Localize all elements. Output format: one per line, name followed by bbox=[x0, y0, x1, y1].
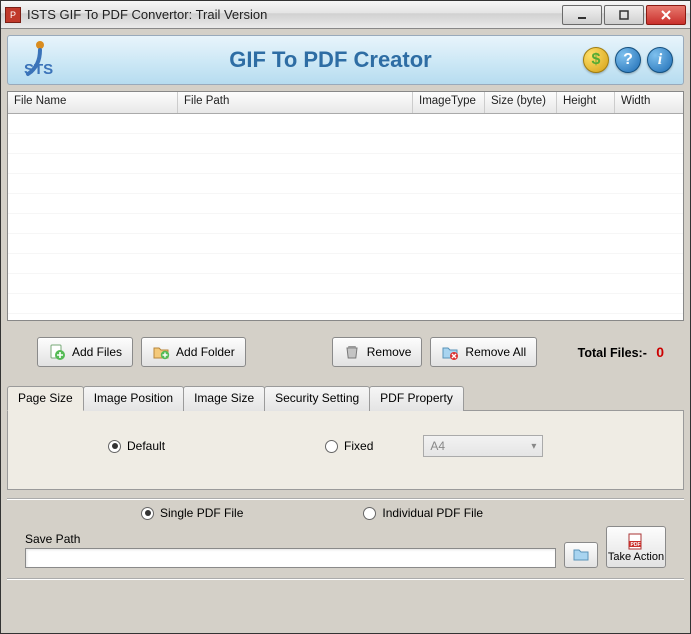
remove-label: Remove bbox=[367, 345, 412, 359]
svg-text:STS: STS bbox=[24, 61, 53, 78]
banner-title: GIF To PDF Creator bbox=[78, 47, 583, 73]
radio-fixed[interactable]: Fixed bbox=[325, 439, 373, 453]
remove-all-label: Remove All bbox=[465, 345, 526, 359]
paper-size-select[interactable]: A4 ▾ bbox=[423, 435, 543, 457]
radio-individual-pdf[interactable]: Individual PDF File bbox=[363, 506, 483, 520]
maximize-button[interactable] bbox=[604, 5, 644, 25]
help-icon[interactable]: ? bbox=[615, 47, 641, 73]
individual-pdf-label: Individual PDF File bbox=[382, 506, 483, 520]
footer-divider bbox=[7, 578, 684, 582]
close-button[interactable] bbox=[646, 5, 686, 25]
window-title: ISTS GIF To PDF Convertor: Trail Version bbox=[27, 7, 267, 22]
info-icon[interactable]: i bbox=[647, 47, 673, 73]
total-files: Total Files:- 0 bbox=[578, 344, 664, 360]
chevron-down-icon: ▾ bbox=[531, 441, 536, 452]
folder-open-icon bbox=[572, 546, 590, 565]
header-banner: STS GIF To PDF Creator $ ? i bbox=[7, 35, 684, 85]
col-file-name[interactable]: File Name bbox=[8, 92, 178, 113]
add-folder-icon bbox=[152, 343, 170, 361]
radio-default-label: Default bbox=[127, 439, 165, 453]
total-files-label: Total Files:- bbox=[578, 346, 647, 360]
tabpanel-page-size: Default Fixed A4 ▾ bbox=[7, 410, 684, 490]
logo: STS bbox=[18, 40, 78, 80]
col-image-type[interactable]: ImageType bbox=[413, 92, 485, 113]
remove-all-button[interactable]: Remove All bbox=[430, 337, 537, 367]
add-folder-button[interactable]: Add Folder bbox=[141, 337, 246, 367]
tab-security-setting[interactable]: Security Setting bbox=[264, 386, 370, 411]
tab-pdf-property[interactable]: PDF Property bbox=[369, 386, 464, 411]
col-height[interactable]: Height bbox=[557, 92, 615, 113]
radio-dot-icon bbox=[325, 440, 338, 453]
remove-all-icon bbox=[441, 343, 459, 361]
add-files-button[interactable]: Add Files bbox=[37, 337, 133, 367]
settings-tabs: Page Size Image Position Image Size Secu… bbox=[7, 385, 684, 490]
browse-button[interactable] bbox=[564, 542, 598, 568]
radio-fixed-label: Fixed bbox=[344, 439, 373, 453]
paper-size-value: A4 bbox=[430, 439, 445, 453]
grid-body[interactable] bbox=[8, 114, 683, 320]
save-path-input[interactable] bbox=[25, 548, 556, 568]
col-size[interactable]: Size (byte) bbox=[485, 92, 557, 113]
svg-text:PDF: PDF bbox=[631, 542, 641, 548]
total-files-count: 0 bbox=[650, 344, 664, 360]
titlebar: P ISTS GIF To PDF Convertor: Trail Versi… bbox=[1, 1, 690, 29]
radio-dot-icon bbox=[363, 507, 376, 520]
take-action-label: Take Action bbox=[608, 552, 664, 563]
add-file-icon bbox=[48, 343, 66, 361]
grid-header: File Name File Path ImageType Size (byte… bbox=[8, 92, 683, 114]
trash-icon bbox=[343, 343, 361, 361]
tab-image-position[interactable]: Image Position bbox=[83, 386, 184, 411]
buy-icon[interactable]: $ bbox=[583, 47, 609, 73]
save-path-label: Save Path bbox=[25, 532, 556, 546]
radio-dot-icon bbox=[141, 507, 154, 520]
tab-page-size[interactable]: Page Size bbox=[7, 386, 84, 411]
app-icon: P bbox=[5, 7, 21, 23]
file-toolbar: Add Files Add Folder Remove Remove All T… bbox=[7, 337, 684, 367]
output-section: Single PDF File Individual PDF File Save… bbox=[7, 498, 684, 568]
col-file-path[interactable]: File Path bbox=[178, 92, 413, 113]
col-width[interactable]: Width bbox=[615, 92, 683, 113]
minimize-button[interactable] bbox=[562, 5, 602, 25]
radio-dot-icon bbox=[108, 440, 121, 453]
take-action-button[interactable]: PDF Take Action bbox=[606, 526, 666, 568]
tab-image-size[interactable]: Image Size bbox=[183, 386, 265, 411]
add-files-label: Add Files bbox=[72, 345, 122, 359]
radio-single-pdf[interactable]: Single PDF File bbox=[141, 506, 243, 520]
add-folder-label: Add Folder bbox=[176, 345, 235, 359]
remove-button[interactable]: Remove bbox=[332, 337, 423, 367]
pdf-icon: PDF bbox=[626, 532, 646, 552]
single-pdf-label: Single PDF File bbox=[160, 506, 243, 520]
file-grid: File Name File Path ImageType Size (byte… bbox=[7, 91, 684, 321]
radio-default[interactable]: Default bbox=[108, 439, 165, 453]
